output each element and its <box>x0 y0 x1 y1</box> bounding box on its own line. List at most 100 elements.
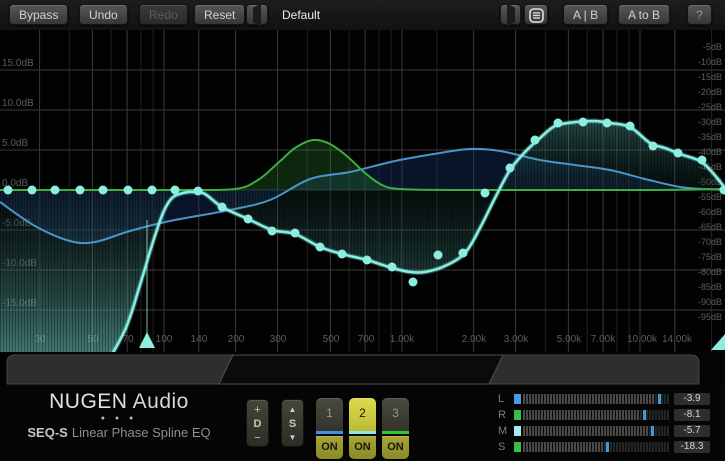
a-to-b-button[interactable]: A to B <box>618 4 670 25</box>
spline-node[interactable] <box>626 122 635 131</box>
product-title: SEQ-SLinear Phase Spline EQ <box>0 425 238 440</box>
spline-node[interactable] <box>51 186 60 195</box>
spline-node[interactable] <box>388 263 397 272</box>
spline-node[interactable] <box>506 164 515 173</box>
band-on-toggle[interactable]: ON <box>382 436 409 459</box>
meter-bar <box>523 410 669 420</box>
spline-node[interactable] <box>316 243 325 252</box>
ab-compare-button[interactable]: A | B <box>563 4 608 25</box>
svg-text:-75dB: -75dB <box>698 252 722 262</box>
meter-channel-swatch <box>514 442 521 452</box>
spline-node[interactable] <box>531 136 540 145</box>
undo-button[interactable]: Undo <box>79 4 128 25</box>
svg-text:-85dB: -85dB <box>698 282 722 292</box>
preset-menu-button[interactable] <box>524 4 548 25</box>
spline-node[interactable] <box>603 119 612 128</box>
svg-text:500: 500 <box>323 334 340 345</box>
spline-node[interactable] <box>649 142 658 151</box>
middle-bar: Zone Exclude Advanced B03: 43 Hz, 0.00dB… <box>0 352 725 385</box>
svg-text:-95dB: -95dB <box>698 312 722 322</box>
meter-channel-label: S <box>498 441 510 453</box>
arrow-up-icon: ▲ <box>282 403 303 417</box>
spline-node[interactable] <box>171 186 180 195</box>
list-icon <box>529 8 544 23</box>
bottom-panel: NUGEN Audio ● ● ● SEQ-SLinear Phase Spli… <box>0 385 725 461</box>
meter-value: -8.1 <box>674 409 710 421</box>
svg-text:14.00k: 14.00k <box>662 334 693 345</box>
reset-button[interactable]: Reset <box>194 4 245 25</box>
solo-button[interactable]: ▲ S ▼ <box>281 399 304 447</box>
svg-text:5.0dB: 5.0dB <box>2 138 28 149</box>
right-marker-triangle[interactable] <box>711 334 725 350</box>
band-on-toggle[interactable]: ON <box>349 436 376 459</box>
meter-bar <box>523 394 669 404</box>
svg-text:200: 200 <box>228 334 245 345</box>
spline-node[interactable] <box>674 149 683 158</box>
band-number[interactable]: 3 <box>382 398 409 431</box>
spline-node[interactable] <box>554 119 563 128</box>
meter-value: -3.9 <box>674 393 710 405</box>
band-button-1[interactable]: 1 ON <box>316 398 343 459</box>
svg-text:15.0dB: 15.0dB <box>2 58 34 69</box>
plus-icon: + <box>247 403 268 417</box>
redo-button[interactable]: Redo <box>139 4 188 25</box>
meter-channel-swatch <box>514 394 521 404</box>
band-color-stripe <box>316 431 343 434</box>
spline-node[interactable] <box>459 249 468 258</box>
eq-graph-area[interactable]: 15.0dB10.0dB5.0dB0.0dB-5.0dB-10.0dB-15.0… <box>0 30 725 352</box>
duplicate-node-button[interactable]: + D − <box>246 399 269 447</box>
band-color-stripe <box>382 431 409 434</box>
spline-node[interactable] <box>148 186 157 195</box>
preset-previous-button[interactable] <box>246 4 268 25</box>
spline-node[interactable] <box>579 118 588 127</box>
spline-node[interactable] <box>28 186 37 195</box>
minus-icon: − <box>247 431 268 445</box>
meter-peak-marker <box>658 394 661 404</box>
svg-text:-10dB: -10dB <box>698 57 722 67</box>
solo-label: S <box>282 417 303 431</box>
spline-node[interactable] <box>698 156 707 165</box>
spline-node[interactable] <box>194 187 203 196</box>
svg-text:-70dB: -70dB <box>698 237 722 247</box>
spline-node[interactable] <box>481 189 490 198</box>
svg-text:140: 140 <box>191 334 208 345</box>
spline-node[interactable] <box>244 215 253 224</box>
bypass-button[interactable]: Bypass <box>9 4 68 25</box>
preset-name[interactable]: Default <box>282 8 320 22</box>
preset-next-button[interactable] <box>500 4 521 25</box>
svg-text:10.00k: 10.00k <box>627 334 658 345</box>
band-number[interactable]: 1 <box>316 398 343 431</box>
svg-text:5.00k: 5.00k <box>557 334 582 345</box>
spline-node[interactable] <box>99 186 108 195</box>
spline-node[interactable] <box>291 229 300 238</box>
spline-node[interactable] <box>4 186 13 195</box>
eq-graph-canvas: 15.0dB10.0dB5.0dB0.0dB-5.0dB-10.0dB-15.0… <box>0 30 725 352</box>
meter-channel-label: M <box>498 425 510 437</box>
band-color-stripe <box>349 431 376 434</box>
meter-peak-marker <box>651 426 654 436</box>
seq-s-plugin-window: Bypass Undo Redo Reset Default A | B A t… <box>0 0 725 461</box>
company-logo: NUGEN Audio <box>0 390 238 414</box>
svg-text:-20dB: -20dB <box>698 87 722 97</box>
svg-text:-55dB: -55dB <box>698 192 722 202</box>
svg-text:-65dB: -65dB <box>698 222 722 232</box>
spline-node[interactable] <box>268 227 277 236</box>
spline-node[interactable] <box>434 251 443 260</box>
spline-node[interactable] <box>363 256 372 265</box>
spline-node[interactable] <box>218 203 227 212</box>
svg-text:-30dB: -30dB <box>698 117 722 127</box>
meter-bar <box>523 442 669 452</box>
spline-node[interactable] <box>338 250 347 259</box>
svg-text:-5dB: -5dB <box>703 42 722 52</box>
band-button-3[interactable]: 3 ON <box>382 398 409 459</box>
help-button[interactable]: ? <box>687 4 712 25</box>
spline-node[interactable] <box>124 186 133 195</box>
meter-value: -18.3 <box>674 441 710 453</box>
svg-text:10.0dB: 10.0dB <box>2 98 34 109</box>
band-on-toggle[interactable]: ON <box>316 436 343 459</box>
spline-node[interactable] <box>409 278 418 287</box>
band-button-2[interactable]: 2 ON <box>349 398 376 459</box>
logo-dots: ● ● ● <box>0 415 238 422</box>
band-number[interactable]: 2 <box>349 398 376 431</box>
spline-node[interactable] <box>76 186 85 195</box>
